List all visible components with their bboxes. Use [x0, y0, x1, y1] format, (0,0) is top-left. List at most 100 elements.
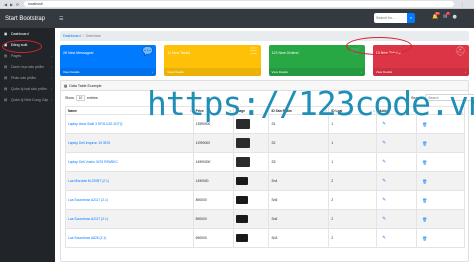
sidebar-item-0[interactable]: ▣ Dashboard: [0, 28, 55, 39]
cell-price: 14990000: [192, 152, 234, 172]
menu-toggle-icon[interactable]: ☰: [59, 16, 63, 22]
breadcrumb-current: Overview: [85, 34, 101, 38]
sidebar-item-label: Pages: [11, 53, 22, 58]
product-image: [235, 138, 250, 148]
envelope-icon[interactable]: ✉ 7: [443, 12, 450, 20]
sidebar: ▣ Dashboard ▣ Đăng xuất ▤ Pages › ▤ Danh mục sản…: [0, 28, 55, 262]
chevron-right-icon: ›: [50, 53, 52, 58]
stat-card-0: 💬 26 New Messages! View Details ›: [60, 45, 157, 76]
table-icon: ▦: [64, 84, 68, 88]
sidebar-item-5[interactable]: ▤ Quản lý loại sản phẩm ›: [0, 83, 55, 94]
trash-icon[interactable]: 🗑: [422, 236, 427, 241]
cell-id-loai: 2: [328, 171, 378, 191]
product-image: [235, 234, 248, 242]
card-text: 123 New Orders!: [271, 51, 299, 55]
product-image: [235, 215, 248, 223]
sidebar-item-3[interactable]: ▤ Danh mục sản phẩm ›: [0, 61, 55, 72]
product-image: [235, 177, 248, 185]
view-details-link[interactable]: View Details ›: [164, 68, 261, 76]
sidebar-item-icon: ▤: [4, 75, 8, 80]
chevron-right-icon: ›: [50, 97, 52, 102]
product-name-link[interactable]: Loa Soundmax A826 (2.1): [68, 236, 106, 240]
trash-icon[interactable]: 🗑: [422, 217, 427, 222]
navbar-icons: 🔔 9+ ✉ 7 ●: [432, 12, 457, 20]
product-name-link[interactable]: Loa Microlab M-220BT (2.1): [68, 179, 109, 183]
cell-id-sp: Sn3: [268, 228, 330, 248]
product-name-link[interactable]: Laptop Asus Swift 3 SF313-52-3OTQ: [68, 122, 122, 126]
edit-icon[interactable]: ✎: [382, 198, 386, 203]
cell-delete: 🗑: [416, 133, 465, 153]
brand-logo[interactable]: Start Bootstrap: [5, 16, 45, 22]
cell-edit: ✎: [376, 171, 418, 191]
cell-image: [232, 152, 270, 172]
breadcrumb-dashboard-link[interactable]: Dashboard: [63, 31, 81, 41]
edit-icon[interactable]: ✎: [382, 160, 386, 165]
user-icon[interactable]: ●: [452, 14, 456, 20]
cell-price: 890000: [192, 209, 234, 229]
entries-select[interactable]: 10: [76, 95, 85, 101]
sidebar-item-icon: ▤: [4, 53, 8, 58]
sidebar-item-label: Dashboard: [11, 31, 29, 36]
edit-icon[interactable]: ✎: [382, 179, 386, 184]
table-row: Loa Soundmax A2117 (2.1) 890000 Sn6 2 ✎ 🗑: [65, 209, 465, 229]
cell-delete: 🗑: [416, 171, 465, 191]
cell-image: [232, 171, 270, 191]
sidebar-item-label: Danh mục sản phẩm: [11, 64, 45, 69]
bell-icon[interactable]: 🔔 9+: [432, 12, 440, 20]
sidebar-item-4[interactable]: ▤ Phân sản phẩm ›: [0, 72, 55, 83]
table-row: Laptop Dell Vostro 3476 R3W9KC 14990000 S3…: [65, 152, 465, 172]
cell-id-loai: 2: [328, 228, 378, 248]
forward-icon[interactable]: ▶: [9, 2, 14, 7]
edit-icon[interactable]: ✎: [382, 141, 386, 146]
edit-icon[interactable]: ✎: [382, 217, 386, 222]
card-text: 11 New Tasks!: [167, 51, 191, 55]
product-name-link[interactable]: Laptop Dell Inspiron 15 3576: [68, 141, 110, 145]
product-image: [235, 196, 248, 204]
top-navbar: Start Bootstrap ☰ ⌕ 🔔 9+ ✉ 7 ●: [0, 9, 474, 28]
view-details-link[interactable]: View Details ›: [372, 68, 469, 76]
chevron-right-icon: ›: [464, 70, 466, 74]
cell-id-loai: 1: [328, 133, 378, 153]
table-card-title: Data Table Example: [69, 84, 102, 88]
table-row: Laptop Dell Inspiron 15 3576 11990000 S2 1 ✎…: [65, 133, 465, 153]
breadcrumb: Dashboard / Overview: [60, 31, 469, 41]
sidebar-item-6[interactable]: ▤ Quản lý Nhà Cung Cấp ›: [0, 94, 55, 105]
address-bar[interactable]: localhost/: [24, 1, 454, 7]
cell-name: Loa Microlab M-220BT (2.1): [65, 171, 194, 191]
cell-delete: 🗑: [416, 209, 465, 229]
edit-icon[interactable]: ✎: [382, 236, 386, 241]
cell-name: Laptop Dell Inspiron 15 3576: [65, 133, 194, 153]
trash-icon[interactable]: 🗑: [422, 198, 427, 203]
product-name-link[interactable]: Loa Soundmax A2117 (2.1): [68, 198, 108, 202]
view-details-link[interactable]: View Details ›: [60, 68, 157, 76]
cell-edit: ✎: [376, 133, 418, 153]
breadcrumb-separator: /: [82, 34, 84, 38]
cell-price: 11990000: [192, 133, 234, 153]
entries-length: Show 10 entries: [65, 95, 98, 101]
reload-icon[interactable]: ⟳: [15, 2, 20, 7]
cell-id-sp: Sn4: [268, 171, 330, 191]
navbar-search-input[interactable]: [374, 13, 407, 23]
cell-id-loai: 2: [328, 209, 378, 229]
trash-icon[interactable]: 🗑: [422, 160, 427, 165]
browser-menu-icon[interactable]: ⋮: [460, 2, 464, 7]
product-name-link[interactable]: Loa Soundmax A2117 (2.1): [68, 217, 108, 221]
browser-toolbar: ◀ ▶ ⟳ localhost/ ⋮: [0, 0, 474, 9]
card-footer-label: View Details: [375, 70, 393, 74]
entries-label: entries: [87, 96, 98, 100]
cell-image: [232, 133, 270, 153]
table-row: Loa Microlab M-220BT (2.1) 1490000 Sn4 2 ✎ 🗑: [65, 171, 465, 191]
product-name-link[interactable]: Laptop Dell Vostro 3476 R3W9KC: [68, 160, 118, 164]
cell-edit: ✎: [376, 209, 418, 229]
chevron-right-icon: ›: [360, 70, 362, 74]
cell-price: 1490000: [192, 171, 234, 191]
stat-card-1: ☰ 11 New Tasks! View Details ›: [164, 45, 261, 76]
cell-edit: ✎: [376, 228, 418, 248]
alerts-badge: 9+: [435, 12, 440, 15]
trash-icon[interactable]: 🗑: [422, 179, 427, 184]
search-icon[interactable]: ⌕: [407, 13, 415, 23]
trash-icon[interactable]: 🗑: [422, 141, 427, 146]
back-icon[interactable]: ◀: [3, 2, 8, 7]
view-details-link[interactable]: View Details ›: [268, 68, 365, 76]
sidebar-item-label: Quản lý loại sản phẩm: [11, 86, 47, 91]
